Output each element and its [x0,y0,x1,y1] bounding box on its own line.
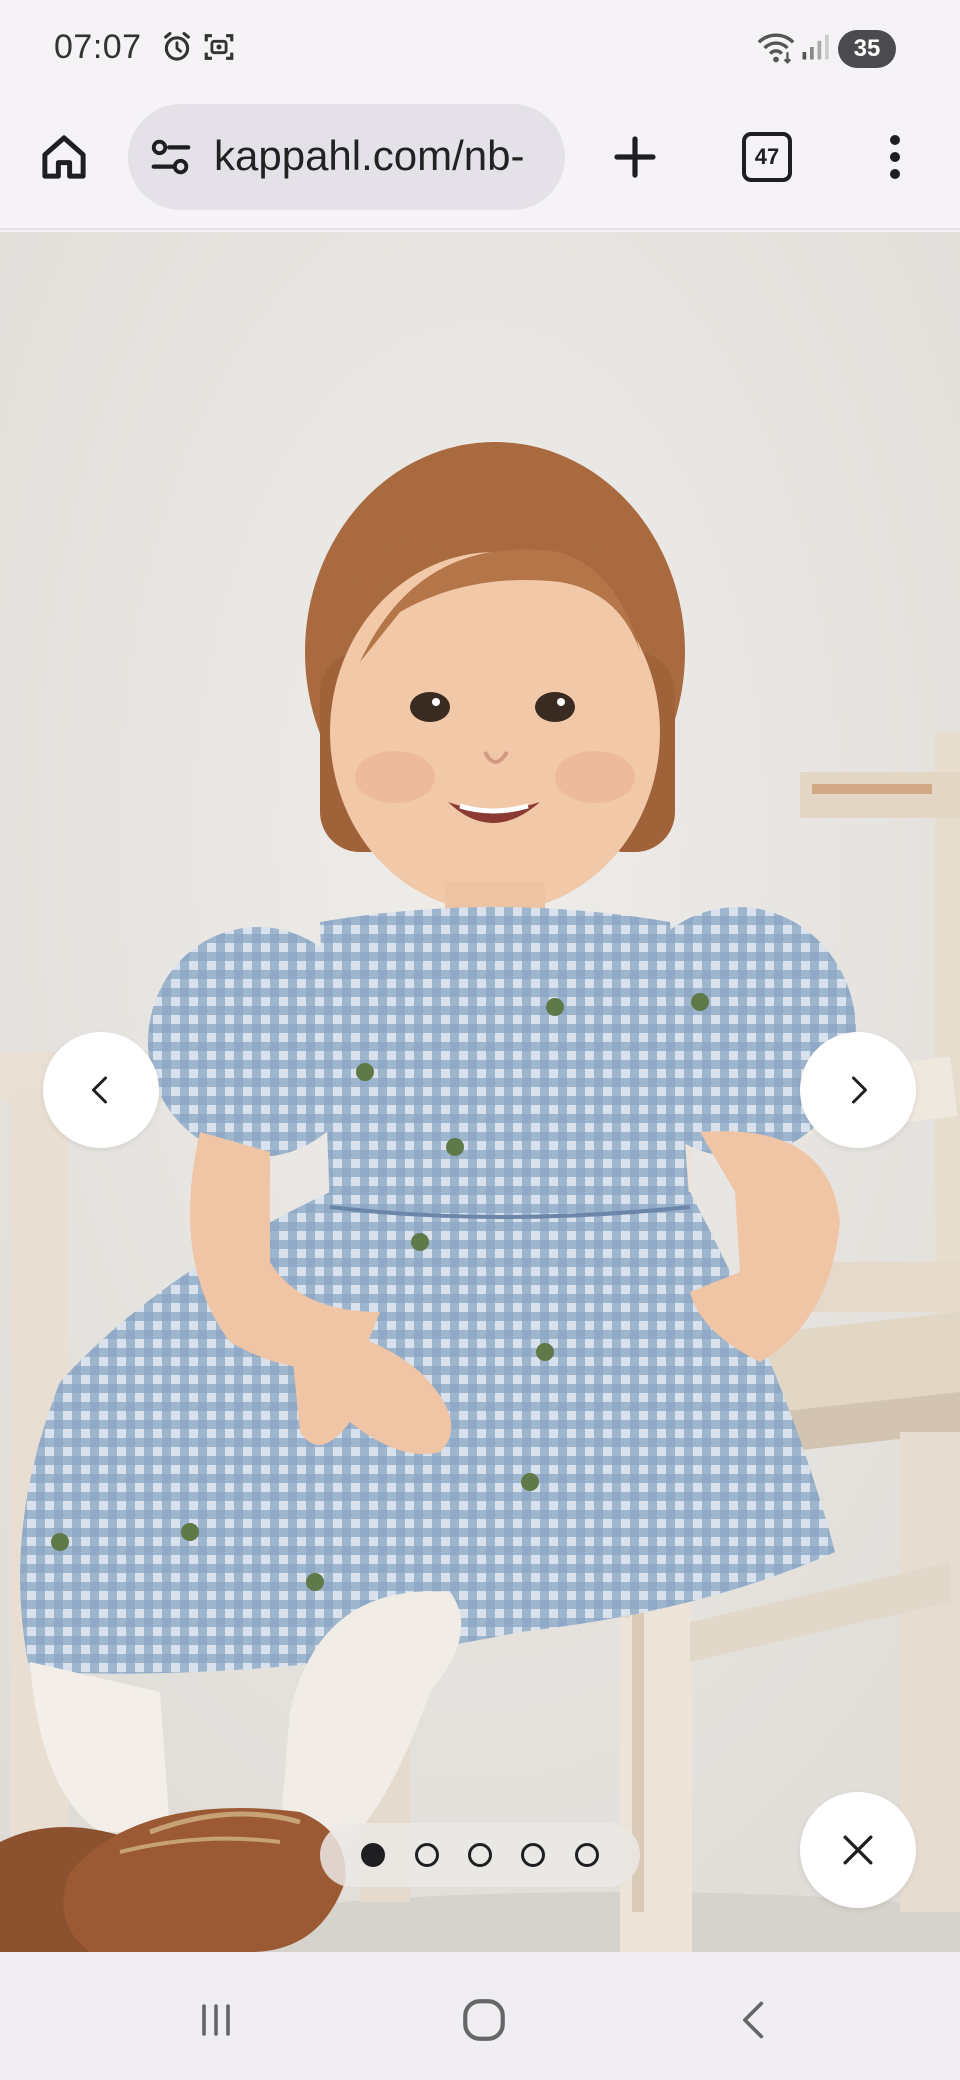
close-icon [843,1835,873,1865]
plus-icon [614,136,656,178]
previous-image-button[interactable] [43,1032,159,1148]
slide-dot-3[interactable] [467,1843,492,1867]
slide-dot-1[interactable] [361,1843,386,1867]
back-button[interactable] [724,1990,784,2050]
home-icon [42,135,86,179]
chevron-left-icon [92,1076,107,1104]
menu-dot [890,135,900,146]
signal-icon [802,34,829,60]
close-gallery-button[interactable] [800,1792,916,1908]
tab-count: 47 [754,144,780,169]
home-circle-icon [463,1999,505,2041]
menu-dot [890,151,900,162]
recents-button[interactable] [186,1990,246,2050]
slide-dot-2[interactable] [414,1843,439,1867]
next-image-button[interactable] [800,1032,916,1148]
browser-toolbar: kappahl.com/nb- 47 [0,96,960,230]
face-scan-icon [204,34,234,60]
product-image-gallery[interactable] [0,232,960,1952]
home-button[interactable] [30,123,98,191]
home-system-button[interactable] [454,1990,514,2050]
battery-badge: 35 [838,30,896,68]
chevron-right-icon [852,1076,867,1104]
status-bar: 07:07 35 [0,0,960,96]
site-settings-icon[interactable] [148,134,194,180]
new-tab-button[interactable] [602,124,668,190]
tabs-button[interactable]: 47 [742,132,792,182]
recents-icon [202,2004,230,2036]
slide-dot-4[interactable] [521,1843,546,1867]
status-time: 07:07 [54,28,142,66]
address-bar[interactable]: kappahl.com/nb- [128,104,565,210]
wifi-icon [757,33,795,64]
slide-dot-5[interactable] [574,1843,599,1867]
menu-dot [890,168,900,179]
more-vert-icon[interactable] [872,124,918,190]
back-icon [743,2001,764,2039]
alarm-icon [164,31,190,61]
system-navigation-bar [0,1952,960,2080]
url-text[interactable]: kappahl.com/nb- [214,132,525,180]
slide-indicator [320,1823,640,1887]
